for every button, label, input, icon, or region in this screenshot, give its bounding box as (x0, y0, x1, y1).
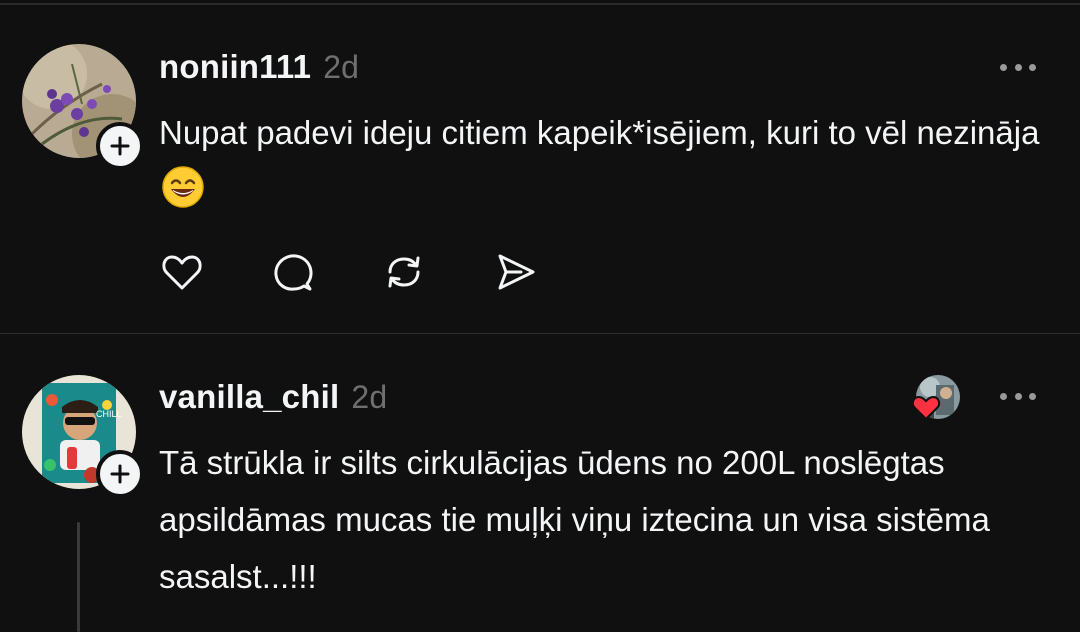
plus-icon (110, 136, 130, 156)
post-time: 2d (351, 379, 388, 415)
more-dots-icon[interactable] (1000, 62, 1036, 72)
follow-button[interactable] (96, 122, 144, 170)
thread-post: noniin111 2d Nupat padevi ideju citiem ka… (0, 0, 1080, 333)
svg-text:CHILL: CHILL (96, 409, 122, 419)
red-heart-icon (911, 395, 941, 421)
username[interactable]: noniin111 (159, 48, 311, 85)
username[interactable]: vanilla_chil (159, 378, 339, 415)
more-dots-icon[interactable] (1000, 391, 1036, 401)
thread-line (77, 522, 80, 632)
post-header: vanilla_chil 2d (159, 378, 387, 416)
grinning-face-with-smiling-eyes-icon (162, 166, 204, 208)
post-text: Nupat padevi ideju citiem kapeik*isējiem… (159, 104, 1059, 218)
post-header: noniin111 2d (159, 48, 359, 86)
repost-icon[interactable] (380, 248, 428, 296)
liked-by-indicator[interactable] (911, 375, 960, 421)
plus-icon (110, 464, 130, 484)
post-text: Tā strūkla ir silts cirkulācijas ūdens n… (159, 444, 990, 595)
comment-bubble-icon[interactable] (269, 248, 317, 296)
thread-post: CHILL vanilla_chil 2d Tā strūkla ir silts… (0, 334, 1080, 632)
post-time: 2d (323, 49, 360, 85)
post-text-body: Nupat padevi ideju citiem kapeik*isējiem… (159, 114, 1040, 151)
send-icon[interactable] (491, 248, 539, 296)
follow-button[interactable] (96, 450, 144, 498)
heart-outline-icon[interactable] (158, 248, 206, 296)
